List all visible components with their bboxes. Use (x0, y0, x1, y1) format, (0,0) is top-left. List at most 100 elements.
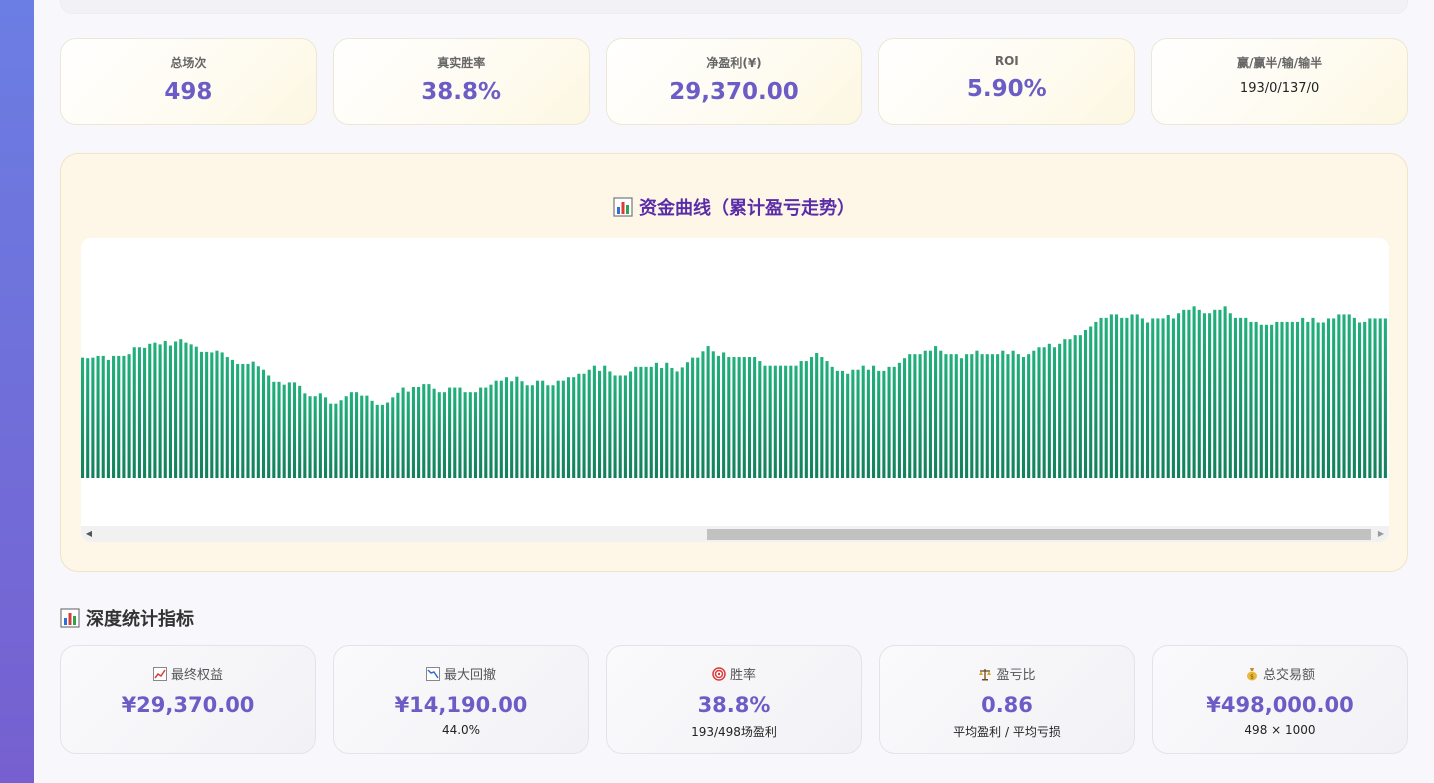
equity-bar (282, 384, 286, 478)
equity-bar (1285, 321, 1289, 478)
metric-card-profit-loss-ratio: 盈亏比 0.86 平均盈利 / 平均亏损 (879, 645, 1135, 754)
equity-bar (1270, 324, 1274, 478)
equity-bar (1104, 317, 1108, 478)
equity-bar (577, 373, 581, 478)
equity-bar (1280, 321, 1284, 478)
scroll-left-arrow-icon[interactable]: ◀ (81, 526, 97, 542)
equity-bar (479, 387, 483, 478)
top-panel-edge (60, 0, 1408, 14)
equity-bar (1109, 314, 1113, 478)
metric-value: ¥29,370.00 (121, 693, 255, 717)
equity-bar (649, 366, 653, 478)
equity-bar (1171, 318, 1175, 478)
equity-bar (970, 354, 974, 478)
equity-bar (117, 355, 121, 478)
equity-bar (634, 366, 638, 478)
scroll-right-arrow-icon[interactable]: ▶ (1373, 526, 1389, 542)
equity-bar (220, 352, 224, 478)
equity-bar (706, 346, 710, 478)
equity-bar (1378, 318, 1382, 478)
stat-label: ROI (994, 54, 1019, 68)
equity-bar (603, 365, 607, 478)
stat-label: 真实胜率 (437, 56, 486, 70)
equity-bar (422, 384, 426, 478)
equity-bar (1223, 306, 1227, 478)
equity-bar (582, 373, 586, 478)
metric-label: 盈亏比 (996, 668, 1036, 683)
equity-bar (1006, 354, 1010, 478)
equity-bar (990, 354, 995, 478)
equity-bar (437, 392, 441, 478)
equity-bar (360, 395, 364, 478)
equity-bar (716, 355, 721, 478)
equity-bar (386, 402, 390, 478)
equity-bar (1228, 313, 1232, 478)
equity-bar (825, 361, 829, 478)
metric-value: ¥14,190.00 (394, 693, 528, 717)
stat-label: 净盈利(¥) (706, 56, 762, 70)
equity-chart-area[interactable]: ◀ ▶ (81, 238, 1389, 542)
metric-card-max-drawdown: 最大回撤 ¥14,190.00 44.0% (333, 645, 589, 754)
equity-bar (830, 366, 834, 478)
metric-label-row: 盈亏比 (880, 664, 1134, 683)
equity-bar (561, 380, 565, 478)
equity-bar (530, 385, 534, 478)
equity-bar (1037, 347, 1041, 478)
equity-bar (598, 370, 602, 478)
equity-bar (339, 400, 343, 478)
equity-bar (1321, 322, 1325, 478)
equity-bar (132, 347, 136, 478)
equity-bar (1114, 314, 1119, 478)
equity-bar (453, 387, 457, 478)
equity-bar (1363, 321, 1367, 478)
equity-bar (1083, 329, 1088, 478)
equity-bar (996, 354, 1000, 478)
equity-bar (484, 387, 488, 478)
equity-bar (473, 392, 478, 478)
equity-bar (877, 370, 881, 478)
equity-bar (303, 393, 307, 478)
equity-bar (230, 359, 235, 478)
equity-bar (680, 367, 684, 478)
equity-bar (758, 361, 762, 478)
equity-bar (985, 354, 989, 478)
equity-bar (897, 362, 901, 478)
equity-bar (189, 344, 193, 478)
equity-bar (458, 387, 462, 478)
equity-bar (732, 357, 736, 478)
equity-bar (525, 385, 529, 478)
equity-bar (768, 365, 772, 478)
stat-value: 29,370.00 (669, 79, 799, 105)
metric-sub: 平均盈利 / 平均亏损 (953, 725, 1061, 739)
bar-chart-icon (613, 197, 633, 222)
equity-bar (742, 357, 746, 478)
equity-bar (1166, 314, 1170, 478)
equity-bar (535, 380, 540, 478)
equity-bar (623, 375, 627, 478)
metric-value: ¥498,000.00 (1206, 693, 1354, 717)
equity-bar (1047, 343, 1051, 478)
equity-bar (784, 365, 788, 478)
equity-bar (199, 351, 204, 478)
equity-bar (587, 369, 591, 478)
equity-bar (804, 361, 808, 478)
equity-bar (872, 365, 876, 478)
equity-bar (954, 354, 958, 478)
equity-bar (1140, 318, 1144, 478)
stat-label: 总场次 (170, 56, 207, 70)
equity-bar (727, 357, 731, 478)
equity-bar (701, 351, 705, 478)
equity-bar (1016, 354, 1020, 478)
chart-horizontal-scrollbar[interactable]: ◀ ▶ (81, 526, 1389, 542)
metric-label: 最大回撤 (443, 668, 496, 683)
equity-bar (711, 351, 715, 478)
scrollbar-thumb[interactable] (707, 529, 1371, 540)
equity-bar (1125, 317, 1129, 478)
equity-bar (396, 392, 400, 478)
equity-bar (835, 370, 839, 478)
equity-bar (1146, 322, 1150, 478)
equity-bar (737, 357, 741, 478)
equity-bar (660, 367, 664, 478)
equity-bar (86, 358, 90, 478)
equity-bar (654, 362, 658, 478)
